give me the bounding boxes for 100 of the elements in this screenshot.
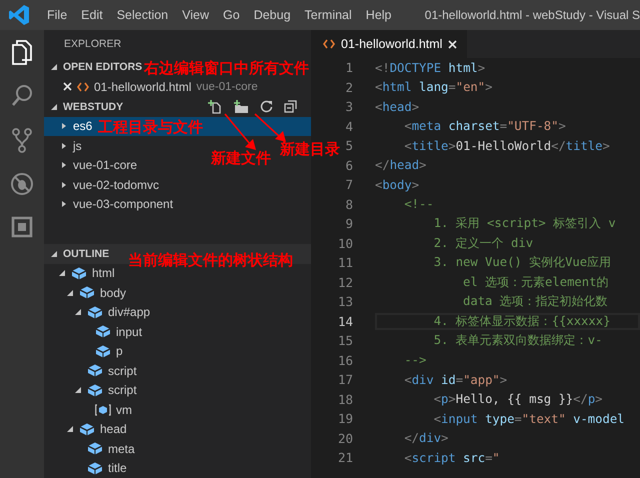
line-number: 3 <box>345 99 353 114</box>
outline-item[interactable]: script <box>108 383 137 398</box>
folder-name[interactable]: js <box>73 138 82 153</box>
code-line: <script src=" <box>403 450 501 465</box>
code-line: 3. new Vue() 实例化Vue应用 <box>432 254 612 272</box>
line-number: 9 <box>345 216 353 232</box>
code-line: <html lang="en"> <box>375 80 494 94</box>
line-number: 21 <box>338 450 353 466</box>
sidebar-title: EXPLORER <box>63 36 122 52</box>
folder-name[interactable]: vue-01-core <box>73 158 138 172</box>
code-line: 1. 采用 <script> 标签引入 v <box>432 215 617 232</box>
outline-item[interactable]: p <box>116 344 123 358</box>
line-number: 12 <box>338 274 353 290</box>
menu-item[interactable]: Selection <box>110 8 176 22</box>
line-number: 8 <box>345 196 353 212</box>
variable-icon <box>95 402 111 417</box>
menu-item[interactable]: File <box>40 8 74 22</box>
outline-item[interactable]: script <box>108 364 137 378</box>
code-line: <meta charset="UTF-8"> <box>403 119 567 134</box>
outline-item[interactable]: input <box>116 324 142 339</box>
cube-icon <box>95 324 111 340</box>
annotation-label: 新建目录 <box>280 139 340 159</box>
code-line: </head> <box>375 158 428 172</box>
caret-down-icon[interactable] <box>50 250 58 258</box>
refresh-icon[interactable] <box>260 100 273 113</box>
collapse-all-icon[interactable] <box>284 100 297 113</box>
code-line: 5. 表单元素双向数据绑定：v- <box>432 332 604 350</box>
line-number: 17 <box>338 372 353 388</box>
line-number: 2 <box>345 80 353 95</box>
folder-name[interactable]: vue-02-todomvc <box>73 178 160 192</box>
outline-item[interactable]: div#app <box>108 305 150 320</box>
caret-down-icon[interactable] <box>74 386 82 394</box>
caret-right-icon[interactable] <box>60 122 68 130</box>
window-title: 01-helloworld.html - webStudy - Visual S <box>424 8 640 22</box>
caret-right-icon[interactable] <box>60 200 68 208</box>
code-line: <!DOCTYPE html> <box>375 60 486 75</box>
code-line: </div> <box>403 431 450 446</box>
line-number: 13 <box>338 294 353 310</box>
caret-down-icon[interactable] <box>50 102 58 110</box>
app-logo-icon <box>8 4 30 26</box>
line-number: 4 <box>345 118 353 134</box>
cube-icon <box>95 344 111 359</box>
code-line: <p>Hello, {{ msg }}</p> <box>432 392 604 406</box>
line-number: 20 <box>338 430 353 446</box>
new-file-icon[interactable] <box>208 100 222 114</box>
line-number: 10 <box>338 236 353 251</box>
menu-item[interactable]: View <box>175 8 216 22</box>
menu-item[interactable]: Help <box>358 8 399 22</box>
outline-item[interactable]: vm <box>116 402 132 417</box>
open-editor-item[interactable]: 01-helloworld.html <box>94 80 192 94</box>
line-number: 15 <box>338 333 353 348</box>
outline-item[interactable]: head <box>100 422 127 436</box>
menu-item[interactable]: Terminal <box>298 8 359 22</box>
code-line: --> <box>403 353 428 368</box>
branch-icon[interactable] <box>10 127 34 153</box>
line-number: 1 <box>345 60 353 76</box>
code-line: data 选项：指定初始化数 <box>462 293 609 310</box>
caret-down-icon[interactable] <box>58 269 66 278</box>
html-file-icon <box>323 38 335 50</box>
menu-item[interactable]: Edit <box>74 8 110 22</box>
menu-item[interactable]: Go <box>216 8 247 22</box>
code-line: 4. 标签体显示数据：{{xxxxx} <box>375 312 640 330</box>
outline-item[interactable]: html <box>92 266 115 280</box>
cube-icon <box>87 363 103 378</box>
line-number: 18 <box>338 392 353 407</box>
code-line: <div id="app"> <box>403 372 508 387</box>
outline-item[interactable]: body <box>100 286 126 300</box>
code-line: <body> <box>375 178 420 192</box>
section-title[interactable]: WEBSTUDY <box>63 100 124 112</box>
cube-icon <box>79 422 95 437</box>
new-folder-icon[interactable] <box>233 100 249 114</box>
cube-icon <box>87 441 103 456</box>
caret-right-icon[interactable] <box>60 142 68 150</box>
files-icon[interactable] <box>10 39 34 65</box>
caret-right-icon[interactable] <box>60 161 68 170</box>
caret-right-icon[interactable] <box>60 180 68 189</box>
outline-item[interactable]: title <box>108 461 127 476</box>
line-number: 5 <box>345 138 353 154</box>
close-icon[interactable] <box>63 82 72 92</box>
close-icon[interactable] <box>448 40 458 48</box>
code-line: <title>01-HelloWorld</title> <box>403 138 611 153</box>
section-title[interactable]: OUTLINE <box>63 248 110 260</box>
cube-icon <box>87 382 103 398</box>
outline-item[interactable]: meta <box>108 442 135 456</box>
folder-hint: vue-01-core <box>196 80 258 93</box>
caret-down-icon[interactable] <box>66 288 74 297</box>
html-file-icon <box>77 80 89 93</box>
editor-tab[interactable]: 01-helloworld.html <box>311 30 468 58</box>
cube-icon <box>79 285 95 300</box>
menu-item[interactable]: Debug <box>246 8 298 22</box>
folder-name[interactable]: vue-03-component <box>73 197 174 212</box>
code-line: <head> <box>375 100 420 114</box>
section-title[interactable]: OPEN EDITORS <box>63 61 142 73</box>
folder-name[interactable]: es6 <box>73 119 92 134</box>
annotation-label: 工程目录与文件 <box>98 117 203 137</box>
annotation-label: 右边编辑窗口中所有文件 <box>144 58 309 78</box>
caret-down-icon[interactable] <box>50 63 58 71</box>
caret-down-icon[interactable] <box>66 425 74 434</box>
caret-down-icon[interactable] <box>74 308 82 316</box>
bug-icon[interactable] <box>10 171 34 197</box>
